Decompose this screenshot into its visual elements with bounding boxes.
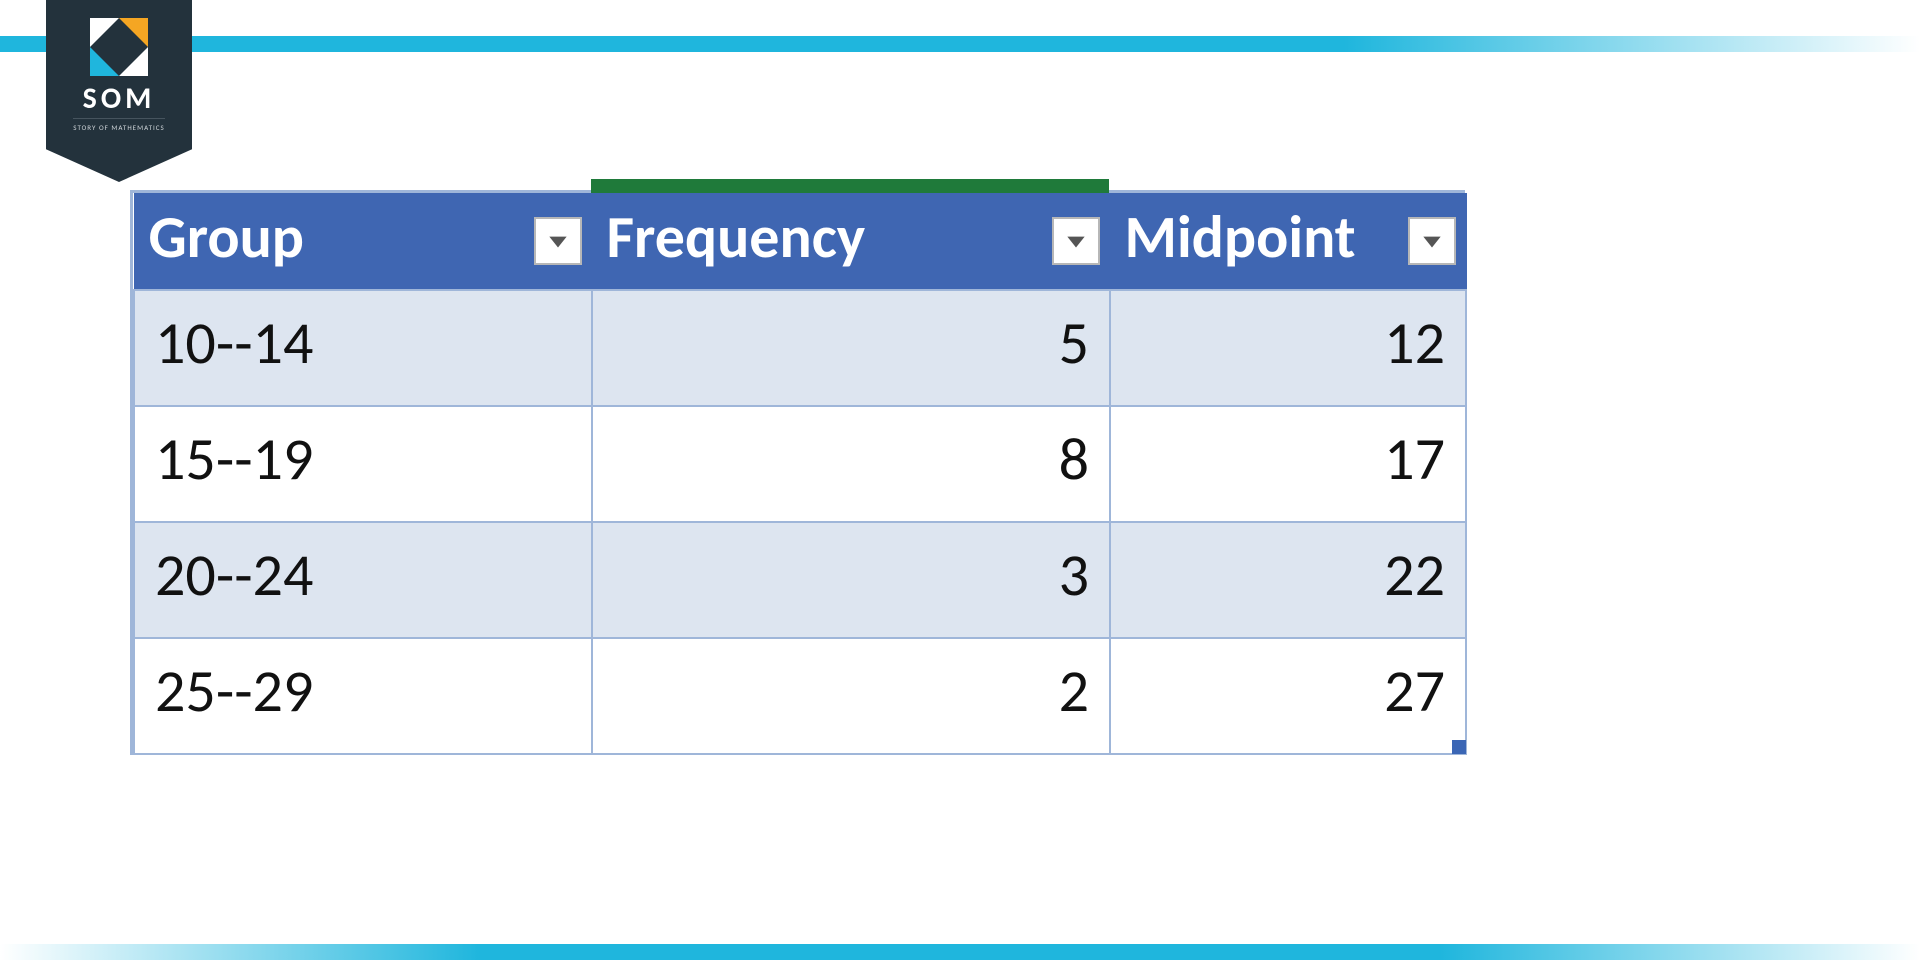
som-logo: SOM STORY OF MATHEMATICS [46, 0, 192, 182]
header-accent-bar [591, 179, 1109, 193]
cell-group[interactable]: 20--24 [134, 522, 592, 638]
cell-midpoint[interactable]: 27 [1110, 638, 1466, 754]
column-header-midpoint[interactable]: Midpoint [1110, 194, 1466, 290]
header-label: Group [149, 201, 304, 274]
filter-dropdown-icon[interactable] [534, 217, 582, 265]
column-header-group[interactable]: Group [134, 194, 592, 290]
top-accent-bar [0, 36, 1920, 52]
filter-dropdown-icon[interactable] [1408, 217, 1456, 265]
cell-midpoint[interactable]: 22 [1110, 522, 1466, 638]
header-label: Midpoint [1125, 201, 1356, 274]
column-header-frequency[interactable]: Frequency [592, 194, 1110, 290]
cell-group[interactable]: 10--14 [134, 290, 592, 406]
bottom-accent-bar [0, 944, 1920, 960]
table-row: 20--24 3 22 [134, 522, 1466, 638]
cell-midpoint[interactable]: 17 [1110, 406, 1466, 522]
filter-dropdown-icon[interactable] [1052, 217, 1100, 265]
cell-midpoint[interactable]: 12 [1110, 290, 1466, 406]
cell-group[interactable]: 25--29 [134, 638, 592, 754]
cell-frequency[interactable]: 3 [592, 522, 1110, 638]
logo-text: SOM [83, 84, 156, 114]
table-row: 10--14 5 12 [134, 290, 1466, 406]
cell-frequency[interactable]: 8 [592, 406, 1110, 522]
table-row: 25--29 2 27 [134, 638, 1466, 754]
cell-frequency[interactable]: 5 [592, 290, 1110, 406]
cell-group[interactable]: 15--19 [134, 406, 592, 522]
cell-frequency[interactable]: 2 [592, 638, 1110, 754]
cell-value: 27 [1384, 655, 1445, 728]
logo-mark-icon [90, 18, 148, 76]
header-label: Frequency [607, 201, 866, 274]
table-row: 15--19 8 17 [134, 406, 1466, 522]
data-table: Group Frequency Midpoint [130, 190, 1465, 755]
selection-handle-icon[interactable] [1452, 740, 1466, 754]
logo-subtitle: STORY OF MATHEMATICS [73, 118, 164, 132]
